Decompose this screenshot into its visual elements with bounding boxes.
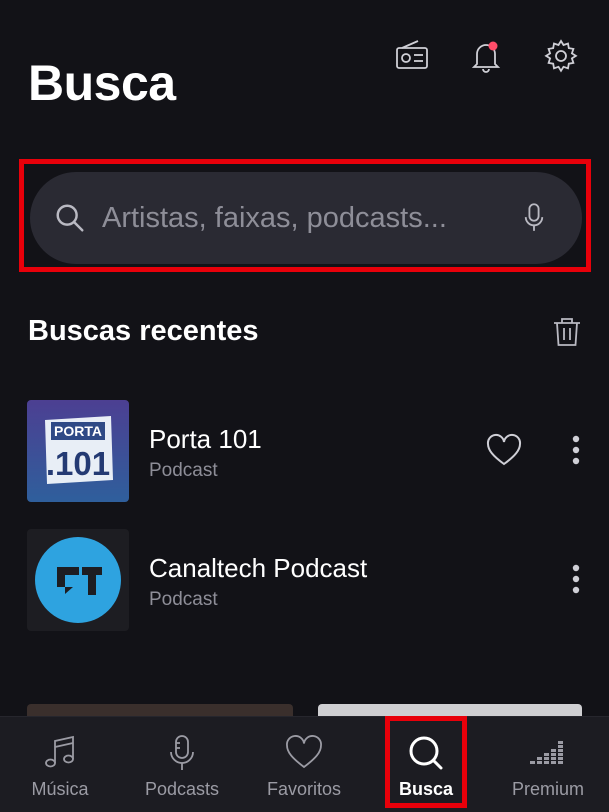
nav-label: Favoritos	[266, 779, 342, 799]
svg-text:PORTA: PORTA	[54, 423, 102, 439]
nav-item-favoritos[interactable]: Favoritos	[244, 717, 364, 812]
svg-text:.101: .101	[46, 445, 110, 482]
search-icon	[52, 200, 88, 236]
nav-item-premium[interactable]: Premium	[488, 717, 608, 812]
bottom-nav: Música Podcasts Favoritos Busca Premium	[0, 716, 609, 812]
nav-label: Música	[31, 779, 89, 799]
notification-dot	[488, 41, 498, 51]
heart-icon	[286, 735, 322, 769]
heart-icon[interactable]	[485, 432, 523, 470]
nav-item-podcasts[interactable]: Podcasts	[122, 717, 242, 812]
microphone-icon[interactable]	[518, 198, 550, 238]
search-input[interactable]	[102, 193, 518, 243]
more-options-icon[interactable]	[562, 559, 590, 599]
list-item[interactable]: PORTA .101 Porta 101 Podcast	[0, 400, 609, 504]
search-screen: Busca Artistas, faixas, podcasts... Busc…	[0, 0, 609, 812]
nav-item-busca[interactable]: Busca	[366, 717, 486, 812]
nav-item-musica[interactable]: Música	[0, 717, 120, 812]
nav-label: Premium	[511, 779, 584, 799]
search-icon	[409, 736, 443, 770]
more-options-icon[interactable]	[562, 430, 590, 470]
item-subtitle: Podcast	[149, 460, 218, 481]
list-item[interactable]: Canaltech Podcast Podcast	[0, 529, 609, 633]
canaltech-cover	[27, 529, 129, 631]
gear-icon[interactable]	[541, 36, 581, 76]
radio-icon[interactable]	[392, 36, 432, 76]
music-note-icon	[45, 735, 74, 768]
equalizer-icon	[530, 741, 563, 764]
nav-label: Busca	[398, 779, 454, 799]
recent-searches-title: Buscas recentes	[28, 315, 259, 347]
item-title: Porta 101	[149, 424, 262, 454]
trash-icon[interactable]	[549, 314, 585, 350]
microphone-icon	[170, 735, 194, 770]
porta-101-cover: PORTA .101	[27, 400, 129, 502]
page-title: Busca	[28, 55, 176, 111]
item-subtitle: Podcast	[149, 589, 218, 610]
bell-icon[interactable]	[466, 36, 506, 76]
search-bar[interactable]	[30, 172, 582, 264]
item-title: Canaltech Podcast	[149, 553, 368, 583]
nav-label: Podcasts	[144, 779, 220, 799]
